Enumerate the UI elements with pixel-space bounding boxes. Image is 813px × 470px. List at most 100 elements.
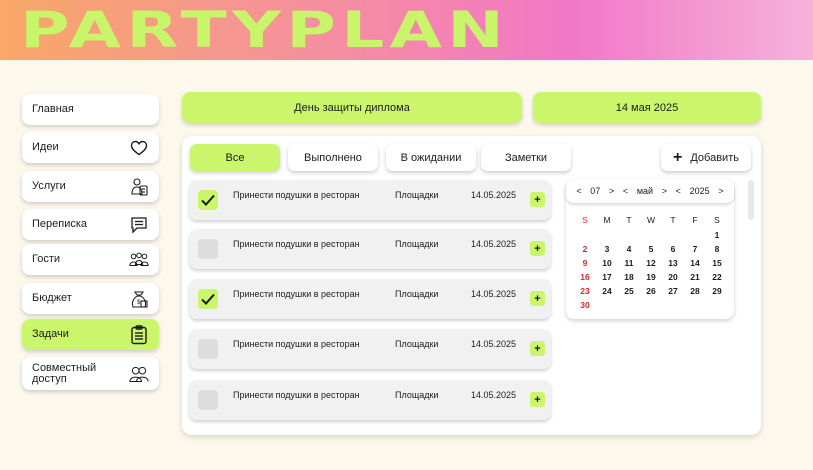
calendar-empty-cell — [684, 229, 706, 241]
calendar-day[interactable]: 27 — [662, 285, 684, 297]
next-month-arrow-icon[interactable]: > — [662, 186, 667, 196]
task-row[interactable]: Принести подушки в ресторан Площадки 14.… — [189, 329, 551, 369]
prev-day-arrow-icon[interactable]: < — [576, 186, 581, 196]
sidebar-item-label: Главная — [32, 103, 74, 115]
calendar-day[interactable]: 2 — [574, 243, 596, 255]
calendar-day[interactable]: 1 — [706, 229, 728, 241]
calendar-day[interactable]: 5 — [640, 243, 662, 255]
heart-icon — [129, 138, 149, 158]
task-checkbox[interactable] — [198, 339, 218, 359]
calendar-day[interactable]: 3 — [596, 243, 618, 255]
tab-label: Выполнено — [304, 151, 362, 164]
sidebar-item-tasks[interactable]: Задачи — [22, 319, 159, 350]
task-add-button[interactable]: + — [530, 392, 545, 407]
calendar-day[interactable]: 13 — [662, 257, 684, 269]
task-category: Площадки — [395, 239, 439, 249]
add-button[interactable]: + Добавить — [661, 144, 751, 171]
calendar-day[interactable]: 26 — [640, 285, 662, 297]
task-category: Площадки — [395, 390, 439, 400]
next-year-arrow-icon[interactable]: > — [718, 186, 723, 196]
calendar-day[interactable]: 16 — [574, 271, 596, 283]
calendar-day[interactable]: 9 — [574, 257, 596, 269]
prev-month-arrow-icon[interactable]: < — [623, 186, 628, 196]
calendar-day[interactable]: 19 — [640, 271, 662, 283]
calendar-day[interactable]: 24 — [596, 285, 618, 297]
calendar-day-number: 07 — [590, 186, 601, 196]
checkmark-icon — [201, 293, 215, 305]
task-category: Площадки — [395, 339, 439, 349]
sidebar-item-messages[interactable]: Переписка — [22, 209, 159, 240]
task-date: 14.05.2025 — [471, 190, 517, 200]
sidebar-item-services[interactable]: Услуги — [22, 171, 159, 202]
calendar-day[interactable]: 11 — [618, 257, 640, 269]
task-add-button[interactable]: + — [530, 291, 545, 306]
services-icon — [129, 177, 149, 197]
task-checkbox[interactable] — [198, 289, 218, 309]
sidebar-item-budget[interactable]: Бюджет $ — [22, 283, 159, 314]
sidebar-item-label: Переписка — [32, 218, 88, 230]
calendar-day[interactable]: 12 — [640, 257, 662, 269]
calendar-day[interactable]: 25 — [618, 285, 640, 297]
task-category: Площадки — [395, 289, 439, 299]
event-date: 14 мая 2025 — [615, 101, 679, 114]
tab-label: Заметки — [504, 151, 548, 164]
calendar-day[interactable]: 22 — [706, 271, 728, 283]
scrollbar[interactable] — [748, 180, 754, 220]
calendar-day[interactable]: 30 — [574, 299, 596, 311]
calendar-nav: < 07 > < май > < 2025 > — [566, 179, 734, 203]
prev-year-arrow-icon[interactable]: < — [676, 186, 681, 196]
guests-icon — [129, 250, 149, 270]
plus-icon: + — [673, 148, 683, 166]
task-row[interactable]: Принести подушки в ресторан Площадки 14.… — [189, 229, 551, 269]
task-row[interactable]: Принести подушки в ресторан Площадки 14.… — [189, 180, 551, 220]
task-date: 14.05.2025 — [471, 289, 517, 299]
calendar-month: май — [636, 186, 654, 196]
calendar-day[interactable]: 10 — [596, 257, 618, 269]
calendar-day[interactable]: 29 — [706, 285, 728, 297]
calendar-empty-cell — [618, 299, 640, 311]
next-day-arrow-icon[interactable]: > — [609, 186, 614, 196]
weekday-label: T — [626, 215, 632, 225]
calendar-day[interactable]: 23 — [574, 285, 596, 297]
weekday-label: S — [714, 215, 720, 225]
task-checkbox[interactable] — [198, 390, 218, 410]
weekday-label: T — [670, 215, 676, 225]
calendar-day[interactable]: 15 — [706, 257, 728, 269]
tab-done[interactable]: Выполнено — [288, 144, 378, 171]
sidebar-item-ideas[interactable]: Идеи — [22, 132, 159, 163]
task-row[interactable]: Принести подушки в ресторан Площадки 14.… — [189, 380, 551, 420]
clipboard-icon — [129, 324, 149, 345]
task-checkbox[interactable] — [198, 239, 218, 259]
calendar-day[interactable]: 8 — [706, 243, 728, 255]
calendar-day[interactable]: 17 — [596, 271, 618, 283]
sidebar-item-guests[interactable]: Гости — [22, 244, 159, 275]
calendar-day[interactable]: 20 — [662, 271, 684, 283]
calendar-day[interactable]: 6 — [662, 243, 684, 255]
weekday-label: S — [582, 215, 588, 225]
weekday-label: F — [692, 215, 698, 225]
task-add-button[interactable]: + — [530, 192, 545, 207]
calendar-day[interactable]: 28 — [684, 285, 706, 297]
tab-pending[interactable]: В ожидании — [386, 144, 476, 171]
task-title: Принести подушки в ресторан — [233, 390, 360, 400]
calendar-day[interactable]: 4 — [618, 243, 640, 255]
task-checkbox[interactable] — [198, 190, 218, 210]
sidebar-item-shared-access[interactable]: Совместный доступ — [22, 357, 159, 390]
calendar-year: 2025 — [689, 186, 710, 196]
calendar-day[interactable]: 18 — [618, 271, 640, 283]
task-add-button[interactable]: + — [530, 241, 545, 256]
calendar-empty-cell — [640, 299, 662, 311]
tab-notes[interactable]: Заметки — [481, 144, 571, 171]
calendar-day[interactable]: 7 — [684, 243, 706, 255]
calendar-empty-cell — [596, 229, 618, 241]
task-title: Принести подушки в ресторан — [233, 289, 360, 299]
calendar-empty-cell — [596, 299, 618, 311]
calendar-day[interactable]: 14 — [684, 257, 706, 269]
sidebar-item-label: Совместный доступ — [32, 361, 97, 385]
sidebar-item-home[interactable]: Главная — [22, 94, 159, 125]
calendar-day[interactable]: 21 — [684, 271, 706, 283]
task-add-button[interactable]: + — [530, 341, 545, 356]
tab-all[interactable]: Все — [190, 144, 280, 171]
task-row[interactable]: Принести подушки в ресторан Площадки 14.… — [189, 279, 551, 319]
sidebar-item-label: Бюджет — [32, 292, 72, 304]
